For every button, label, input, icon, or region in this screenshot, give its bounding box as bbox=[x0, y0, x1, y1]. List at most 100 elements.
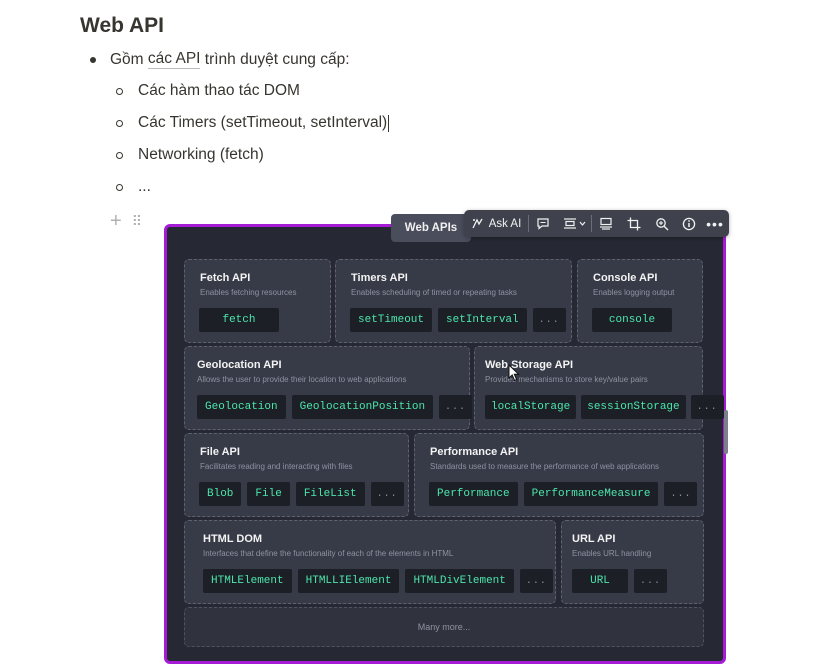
subitem[interactable]: Networking (fetch) bbox=[116, 146, 264, 164]
mouse-cursor-icon bbox=[508, 364, 520, 382]
api-chip: HTMLDivElement bbox=[405, 569, 514, 593]
card-desc: Enables fetching resources bbox=[200, 288, 297, 297]
card-desc: Facilitates reading and interacting with… bbox=[200, 462, 353, 471]
bullet-item[interactable]: Gồm các API trình duyệt cung cấp: bbox=[90, 50, 350, 69]
bullet-dot bbox=[90, 56, 96, 63]
chip-row: setTimeout setInterval ... bbox=[350, 308, 566, 332]
subitem[interactable]: Các Timers (setTimeout, setInterval) bbox=[116, 114, 390, 132]
card-title: Timers API bbox=[351, 272, 408, 284]
plus-icon[interactable]: + bbox=[110, 211, 122, 231]
card-title: Geolocation API bbox=[197, 359, 282, 371]
api-chip: PerformanceMeasure bbox=[523, 482, 659, 506]
api-chip: HTMLElement bbox=[203, 569, 292, 593]
api-card-console: Console API Enables logging output conso… bbox=[577, 259, 703, 343]
crop-button[interactable] bbox=[620, 210, 648, 237]
card-title: HTML DOM bbox=[203, 533, 263, 545]
api-card-fetch: Fetch API Enables fetching resources fet… bbox=[184, 259, 331, 343]
info-icon bbox=[682, 217, 696, 230]
api-chip: console bbox=[592, 308, 672, 332]
api-card-geolocation: Geolocation API Allows the user to provi… bbox=[184, 346, 473, 430]
bullet-suffix: trình duyệt cung cấp: bbox=[200, 50, 350, 68]
subitem[interactable]: Các hàm thao tác DOM bbox=[116, 82, 300, 100]
more-icon[interactable]: ••• bbox=[702, 210, 728, 237]
api-chip-more: ... bbox=[519, 569, 553, 593]
api-chip: setTimeout bbox=[350, 308, 433, 332]
subitem-text: Các Timers (setTimeout, setInterval) bbox=[138, 114, 388, 131]
api-chip: File bbox=[247, 482, 290, 506]
align-icon bbox=[563, 218, 576, 229]
caption-button[interactable] bbox=[592, 210, 620, 237]
card-desc: Enables logging output bbox=[593, 288, 675, 297]
comment-button[interactable] bbox=[529, 210, 557, 237]
api-chip: URL bbox=[572, 569, 628, 593]
image-toolbar: Ask AI ••• bbox=[464, 210, 729, 237]
subitem-text: Các hàm thao tác DOM bbox=[138, 82, 300, 99]
api-chip: HTMLLIElement bbox=[297, 569, 400, 593]
api-chip-more: ... bbox=[532, 308, 566, 332]
subitem-ring bbox=[116, 183, 123, 191]
api-chip: localStorage bbox=[485, 395, 577, 419]
api-card-url: URL API Enables URL handling URL ... bbox=[561, 520, 704, 604]
api-chip: sessionStorage bbox=[581, 395, 686, 419]
chip-row: localStorage sessionStorage ... bbox=[485, 395, 724, 419]
subitem-ring bbox=[116, 151, 123, 159]
api-chip-more: ... bbox=[634, 569, 668, 593]
api-card-file: File API Facilitates reading and interac… bbox=[184, 433, 409, 517]
chip-row: Geolocation GeolocationPosition ... bbox=[197, 395, 473, 419]
chip-row: fetch bbox=[199, 308, 279, 332]
api-chip: FileList bbox=[295, 482, 365, 506]
card-title: URL API bbox=[572, 533, 616, 545]
api-chip-more: ... bbox=[439, 395, 473, 419]
chevron-down-icon bbox=[579, 221, 585, 226]
chip-row: Performance PerformanceMeasure ... bbox=[429, 482, 698, 506]
api-card-performance: Performance API Standards used to measur… bbox=[414, 433, 704, 517]
text-caret bbox=[388, 114, 390, 132]
api-chip: setInterval bbox=[438, 308, 527, 332]
subitem-text: ... bbox=[138, 178, 151, 195]
zoom-icon bbox=[656, 217, 669, 230]
crop-icon bbox=[627, 217, 641, 230]
resize-handle[interactable] bbox=[724, 410, 728, 454]
align-button[interactable] bbox=[557, 210, 591, 237]
drag-handle-icon[interactable]: ⠿ bbox=[132, 212, 142, 230]
card-title: Fetch API bbox=[200, 272, 251, 284]
chip-row: console bbox=[592, 308, 672, 332]
many-more-card: Many more... bbox=[184, 607, 704, 647]
bullet-prefix: Gồm bbox=[110, 50, 148, 68]
card-desc: Allows the user to provide their locatio… bbox=[197, 375, 407, 384]
card-title: Performance API bbox=[430, 446, 519, 458]
subitem[interactable]: ... bbox=[116, 178, 151, 196]
ask-ai-button[interactable]: Ask AI bbox=[464, 210, 528, 237]
card-desc: Interfaces that define the functionality… bbox=[203, 549, 454, 558]
zoom-button[interactable] bbox=[648, 210, 676, 237]
api-chip-more: ... bbox=[664, 482, 698, 506]
api-chip: Performance bbox=[429, 482, 518, 506]
api-chip: Blob bbox=[199, 482, 242, 506]
card-desc: Enables scheduling of timed or repeating… bbox=[351, 288, 517, 297]
ai-sparkle-icon bbox=[472, 218, 483, 229]
apis-link[interactable]: các API bbox=[147, 50, 201, 69]
subitem-ring bbox=[116, 119, 123, 127]
api-chip: GeolocationPosition bbox=[291, 395, 434, 419]
info-button[interactable] bbox=[676, 210, 702, 237]
chip-row: Blob File FileList ... bbox=[199, 482, 404, 506]
card-title: Web Storage API bbox=[485, 359, 574, 371]
chip-row: URL ... bbox=[572, 569, 668, 593]
api-card-html-dom: HTML DOM Interfaces that define the func… bbox=[184, 520, 556, 604]
caption-icon bbox=[600, 217, 612, 230]
card-title: Console API bbox=[593, 272, 658, 284]
image-tab-label: Web APIs bbox=[391, 214, 471, 242]
api-chip: fetch bbox=[199, 308, 279, 332]
subitem-ring bbox=[116, 87, 123, 95]
api-chip-more: ... bbox=[370, 482, 404, 506]
card-desc: Standards used to measure the performanc… bbox=[430, 462, 660, 471]
ask-ai-label: Ask AI bbox=[488, 217, 522, 230]
card-desc: Enables URL handling bbox=[572, 549, 652, 558]
card-title: File API bbox=[200, 446, 240, 458]
api-chip: Geolocation bbox=[197, 395, 286, 419]
subitem-text: Networking (fetch) bbox=[138, 146, 264, 163]
api-chip-more: ... bbox=[690, 395, 724, 419]
comment-icon bbox=[537, 218, 549, 230]
block-gutter: + ⠿ bbox=[110, 211, 142, 231]
chip-row: HTMLElement HTMLLIElement HTMLDivElement… bbox=[203, 569, 553, 593]
